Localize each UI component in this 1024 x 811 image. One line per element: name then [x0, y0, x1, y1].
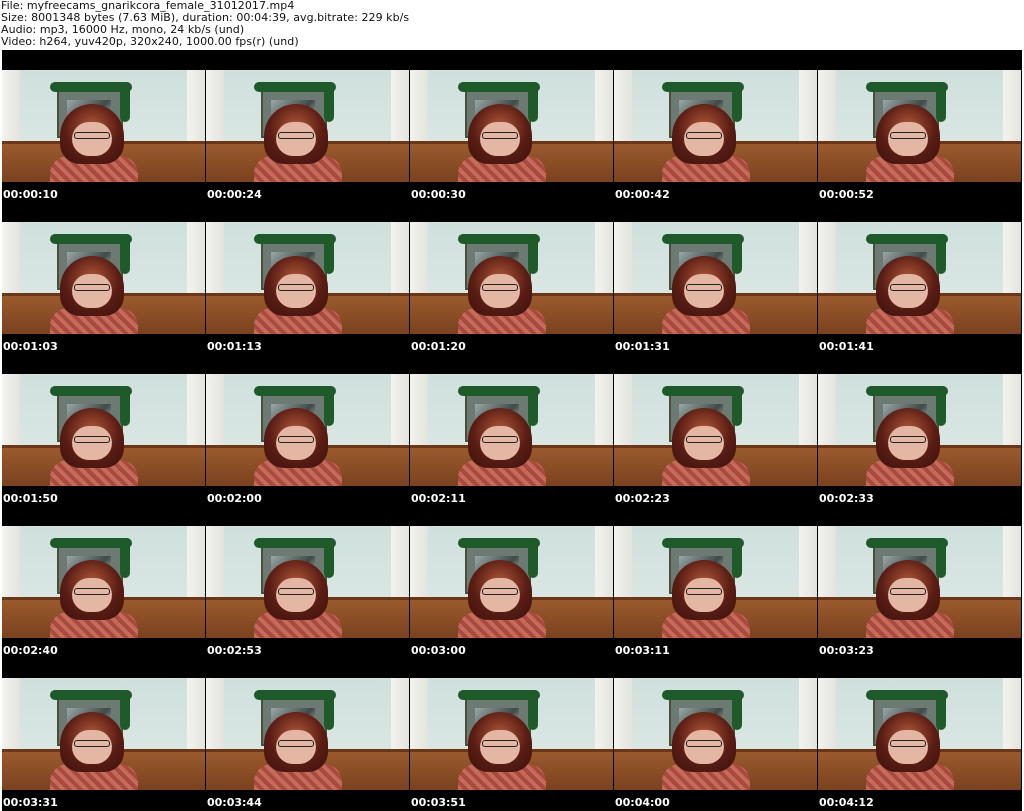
frame-timestamp: 00:02:11 [411, 492, 466, 505]
video-frame-image [410, 374, 613, 486]
video-frame-image [206, 526, 409, 638]
frame-timestamp: 00:00:42 [615, 188, 670, 201]
thumbnail-cell: 00:02:40 [2, 506, 205, 658]
video-frame-image [2, 374, 205, 486]
thumbnail-cell: 00:02:00 [206, 354, 409, 506]
frame-timestamp: 00:03:51 [411, 796, 466, 809]
video-frame-image [2, 222, 205, 334]
frame-timestamp: 00:03:44 [207, 796, 262, 809]
thumbnail-cell: 00:01:31 [614, 202, 817, 354]
thumbnail-cell: 00:01:50 [2, 354, 205, 506]
frame-timestamp: 00:01:20 [411, 340, 466, 353]
thumbnail-cell: 00:03:00 [410, 506, 613, 658]
video-frame-image [614, 526, 817, 638]
video-frame-image [206, 374, 409, 486]
frame-timestamp: 00:02:33 [819, 492, 874, 505]
frame-timestamp: 00:00:10 [3, 188, 58, 201]
thumbnail-cell: 00:02:11 [410, 354, 613, 506]
frame-timestamp: 00:03:23 [819, 644, 874, 657]
frame-timestamp: 00:02:40 [3, 644, 58, 657]
video-frame-image [614, 678, 817, 790]
thumbnail-cell: 00:01:03 [2, 202, 205, 354]
frame-timestamp: 00:01:50 [3, 492, 58, 505]
thumbnail-cell: 00:00:24 [206, 50, 409, 202]
thumbnail-cell: 00:04:12 [818, 658, 1021, 810]
frame-timestamp: 00:03:00 [411, 644, 466, 657]
frame-timestamp: 00:00:52 [819, 188, 874, 201]
thumbnail-grid: 00:00:10 00:00:24 00:00:30 00:00:42 00:00:52… [2, 50, 1022, 811]
video-frame-image [614, 70, 817, 182]
frame-timestamp: 00:04:00 [615, 796, 670, 809]
video-frame-image [818, 70, 1021, 182]
thumbnail-cell: 00:03:11 [614, 506, 817, 658]
video-frame-image [206, 70, 409, 182]
video-frame-image [410, 70, 613, 182]
video-line: Video: h264, yuv420p, 320x240, 1000.00 f… [1, 35, 299, 48]
video-frame-image [206, 222, 409, 334]
frame-timestamp: 00:03:11 [615, 644, 670, 657]
thumbnail-cell: 00:03:51 [410, 658, 613, 810]
thumbnail-cell: 00:03:44 [206, 658, 409, 810]
video-frame-image [818, 526, 1021, 638]
video-frame-image [818, 678, 1021, 790]
frame-timestamp: 00:00:30 [411, 188, 466, 201]
video-frame-image [410, 526, 613, 638]
video-frame-image [206, 678, 409, 790]
frame-timestamp: 00:01:03 [3, 340, 58, 353]
thumbnail-cell: 00:04:00 [614, 658, 817, 810]
frame-timestamp: 00:03:31 [3, 796, 58, 809]
frame-timestamp: 00:04:12 [819, 796, 874, 809]
frame-timestamp: 00:02:53 [207, 644, 262, 657]
frame-timestamp: 00:01:41 [819, 340, 874, 353]
thumbnail-sheet: 00:00:10 00:00:24 00:00:30 00:00:42 00:00:52… [2, 50, 1022, 811]
video-frame-image [2, 678, 205, 790]
thumbnail-cell: 00:03:31 [2, 658, 205, 810]
frame-timestamp: 00:02:23 [615, 492, 670, 505]
video-frame-image [614, 222, 817, 334]
frame-timestamp: 00:01:31 [615, 340, 670, 353]
video-frame-image [410, 678, 613, 790]
video-frame-image [614, 374, 817, 486]
thumbnail-cell: 00:02:33 [818, 354, 1021, 506]
thumbnail-cell: 00:00:42 [614, 50, 817, 202]
thumbnail-cell: 00:01:13 [206, 202, 409, 354]
video-frame-image [818, 374, 1021, 486]
video-frame-image [818, 222, 1021, 334]
thumbnail-cell: 00:01:41 [818, 202, 1021, 354]
thumbnail-cell: 00:03:23 [818, 506, 1021, 658]
thumbnail-cell: 00:00:52 [818, 50, 1021, 202]
frame-timestamp: 00:02:00 [207, 492, 262, 505]
file-info-header: File: myfreecams_gnarikcora_female_31012… [0, 0, 1024, 50]
thumbnail-cell: 00:00:30 [410, 50, 613, 202]
thumbnail-cell: 00:01:20 [410, 202, 613, 354]
thumbnail-cell: 00:02:23 [614, 354, 817, 506]
frame-timestamp: 00:01:13 [207, 340, 262, 353]
thumbnail-cell: 00:00:10 [2, 50, 205, 202]
video-frame-image [410, 222, 613, 334]
frame-timestamp: 00:00:24 [207, 188, 262, 201]
thumbnail-cell: 00:02:53 [206, 506, 409, 658]
video-frame-image [2, 526, 205, 638]
video-frame-image [2, 70, 205, 182]
